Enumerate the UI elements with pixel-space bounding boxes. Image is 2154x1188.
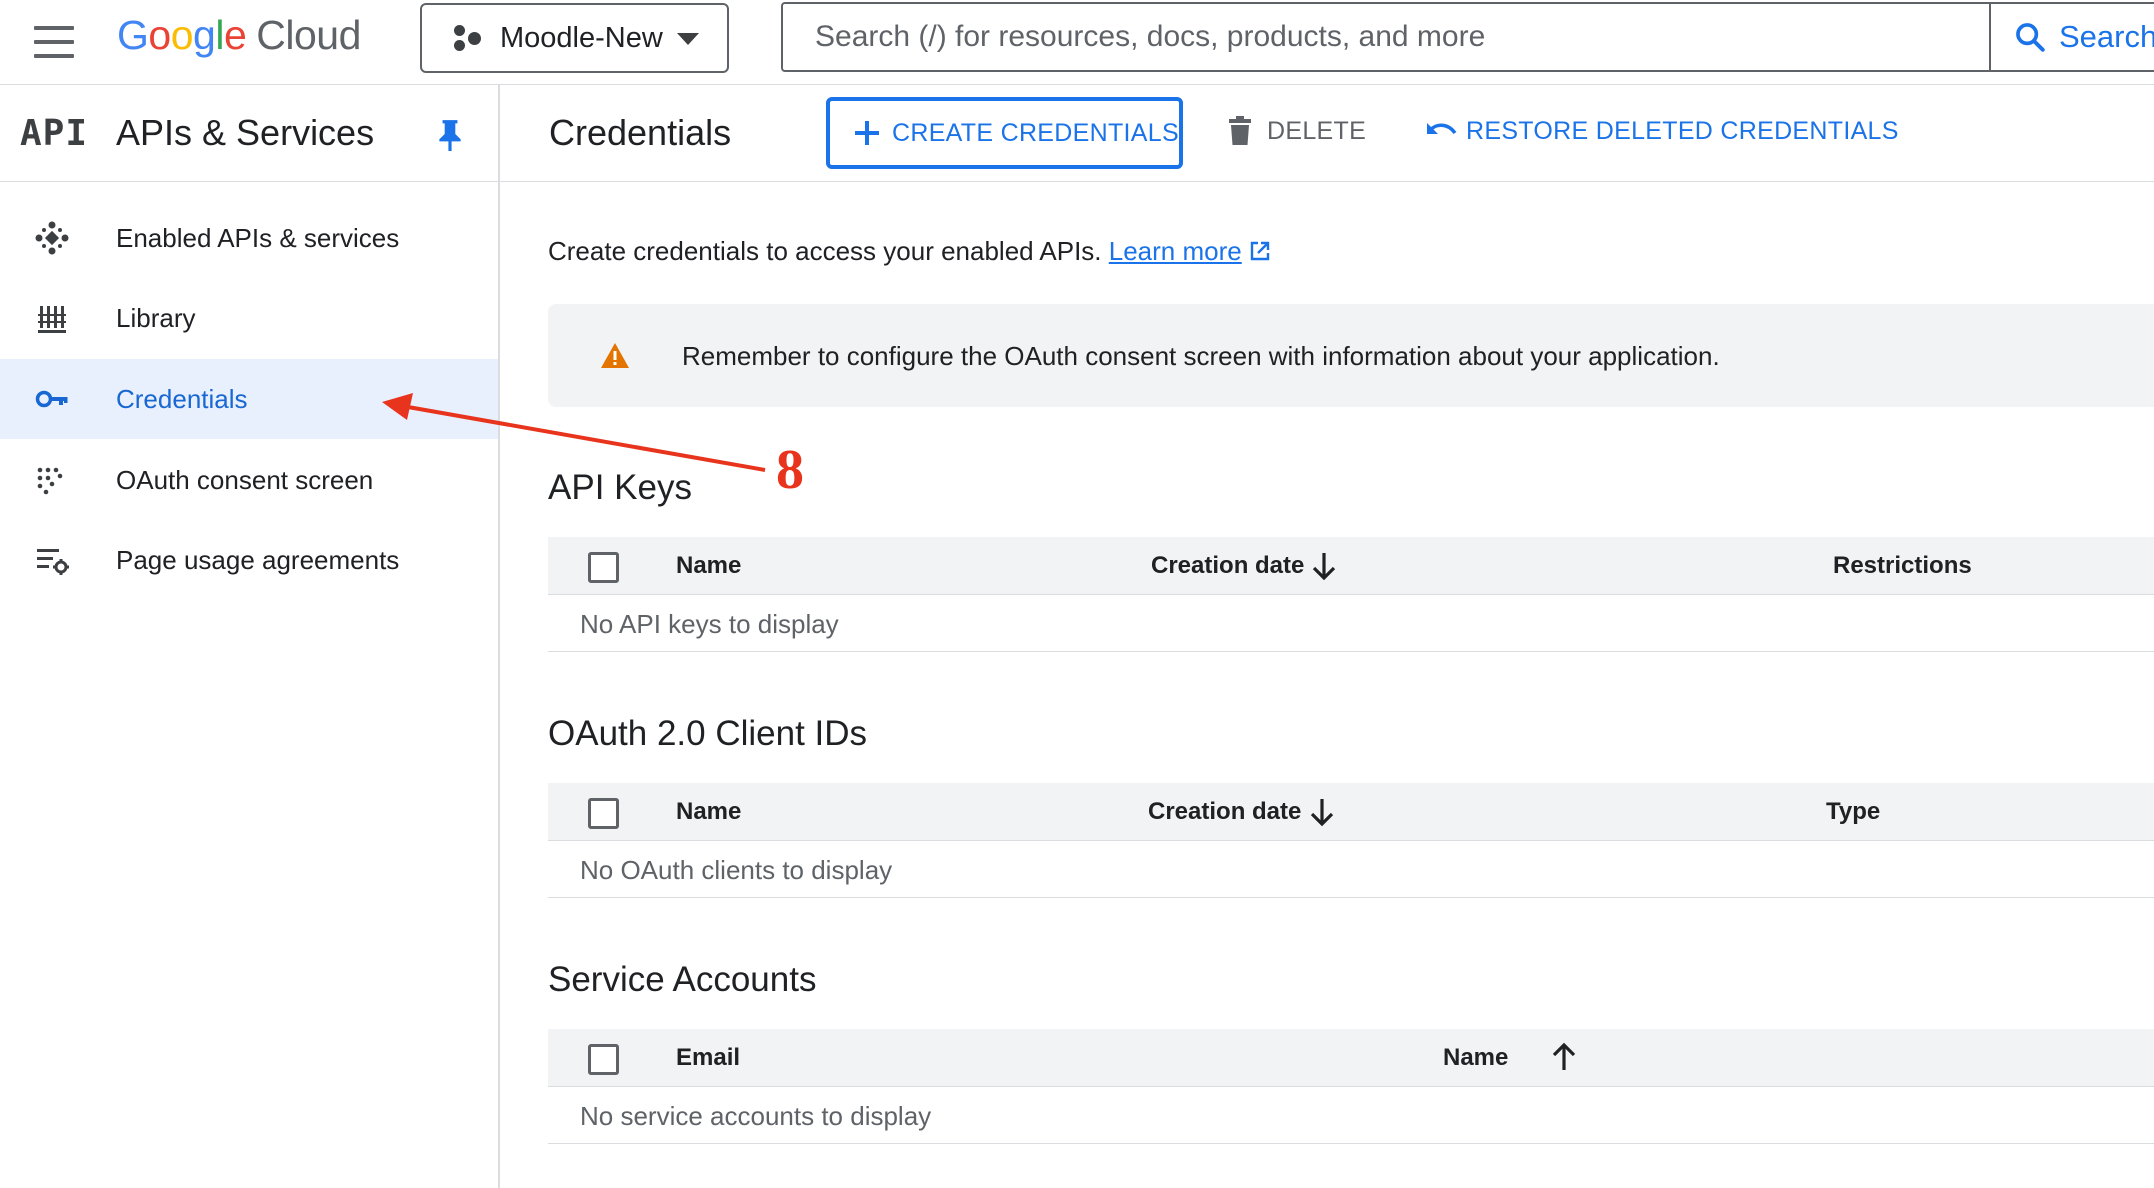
sidebar-item-oauth-consent[interactable]: OAuth consent screen <box>0 440 498 520</box>
page-title: Credentials <box>549 112 732 153</box>
select-all-checkbox[interactable] <box>588 552 619 583</box>
page-toolbar: Credentials CREATE CREDENTIALS DELETE RE… <box>500 85 2154 182</box>
oauth-table-header: Name Creation date Type <box>548 783 2154 841</box>
sidebar-item-label: OAuth consent screen <box>116 464 374 495</box>
project-name: Moodle-New <box>500 21 663 54</box>
consent-dots-icon <box>37 467 63 495</box>
search-bar: Search <box>781 2 2154 72</box>
chevron-down-icon <box>677 33 699 45</box>
column-header-email[interactable]: Email <box>676 1044 740 1072</box>
restore-deleted-credentials-button[interactable]: RESTORE DELETED CREDENTIALS <box>1422 111 1899 151</box>
library-icon <box>38 306 66 333</box>
key-icon <box>35 390 68 408</box>
delete-label: DELETE <box>1267 116 1367 145</box>
search-input[interactable] <box>783 4 1988 70</box>
sidebar-item-credentials[interactable]: Credentials <box>0 359 498 439</box>
api-logo-icon: API <box>20 113 89 154</box>
sidebar-item-library[interactable]: Library <box>0 278 498 358</box>
undo-icon <box>1427 123 1457 135</box>
restore-label: RESTORE DELETED CREDENTIALS <box>1466 116 1899 145</box>
oauth-empty-row: No OAuth clients to display <box>548 841 2154 898</box>
api-keys-table-header: Name Creation date Restrictions <box>548 537 2154 595</box>
empty-message: No service accounts to display <box>580 1101 932 1131</box>
api-keys-title: API Keys <box>548 468 692 507</box>
column-header-name[interactable]: Name <box>676 798 741 826</box>
column-header-creation-date[interactable]: Creation date <box>1151 552 1304 580</box>
service-accounts-empty-row: No service accounts to display <box>548 1087 2154 1144</box>
column-header-name[interactable]: Name <box>676 552 741 580</box>
main-menu-icon[interactable] <box>30 22 78 62</box>
learn-more-label: Learn more <box>1108 236 1242 266</box>
service-accounts-title: Service Accounts <box>548 960 817 999</box>
nav-title: APIs & Services <box>116 112 375 153</box>
intro-message: Create credentials to access your enable… <box>548 236 1102 266</box>
project-icon <box>452 23 482 53</box>
project-selector[interactable]: Moodle-New <box>420 3 729 73</box>
diamond-dots-icon <box>35 221 69 255</box>
sidebar-item-label: Library <box>116 302 196 333</box>
arrow-down-icon[interactable] <box>1311 551 1337 581</box>
trash-icon <box>1229 116 1251 145</box>
oauth-warning-banner: Remember to configure the OAuth consent … <box>548 304 2154 407</box>
oauth-clients-title: OAuth 2.0 Client IDs <box>548 714 868 753</box>
plus-icon <box>855 121 879 145</box>
column-header-type[interactable]: Type <box>1826 798 1880 826</box>
select-all-checkbox[interactable] <box>588 798 619 829</box>
sidebar-item-label: Credentials <box>116 383 248 414</box>
delete-button[interactable]: DELETE <box>1222 111 1366 151</box>
pin-icon[interactable] <box>437 118 463 152</box>
search-button[interactable]: Search <box>1989 4 2154 70</box>
column-header-name[interactable]: Name <box>1443 1044 1508 1072</box>
external-link-icon[interactable] <box>1249 240 1271 262</box>
empty-message: No OAuth clients to display <box>580 855 893 885</box>
api-keys-empty-row: No API keys to display <box>548 595 2154 652</box>
top-header: Google Cloud Moodle-New Search <box>0 0 2154 85</box>
arrow-up-icon[interactable] <box>1551 1042 1577 1072</box>
search-button-label: Search <box>2059 19 2154 54</box>
annotation-step-number: 8 <box>776 439 804 501</box>
intro-text: Create credentials to access your enable… <box>548 236 1271 267</box>
sidebar-item-page-usage[interactable]: Page usage agreements <box>0 520 498 600</box>
empty-message: No API keys to display <box>580 609 839 639</box>
search-icon <box>2016 23 2045 52</box>
google-cloud-logo[interactable]: Google Cloud <box>117 12 361 62</box>
banner-text: Remember to configure the OAuth consent … <box>682 341 1720 371</box>
left-nav: API APIs & Services Enabled APIs & servi… <box>0 85 500 1188</box>
nav-header: API APIs & Services <box>0 85 498 182</box>
warning-icon <box>601 343 629 368</box>
sidebar-item-label: Enabled APIs & services <box>116 222 400 253</box>
learn-more-link[interactable]: Learn more <box>1109 236 1242 266</box>
settings-list-icon <box>37 549 69 575</box>
column-header-restrictions[interactable]: Restrictions <box>1833 552 1972 580</box>
create-credentials-label: CREATE CREDENTIALS <box>892 118 1179 147</box>
sidebar-item-enabled-apis[interactable]: Enabled APIs & services <box>0 198 498 278</box>
create-credentials-button[interactable]: CREATE CREDENTIALS <box>826 97 1183 169</box>
arrow-down-icon[interactable] <box>1309 797 1335 827</box>
sidebar-item-label: Page usage agreements <box>116 544 400 575</box>
column-header-creation-date[interactable]: Creation date <box>1148 798 1301 826</box>
select-all-checkbox[interactable] <box>588 1044 619 1075</box>
service-accounts-table-header: Email Name <box>548 1029 2154 1087</box>
